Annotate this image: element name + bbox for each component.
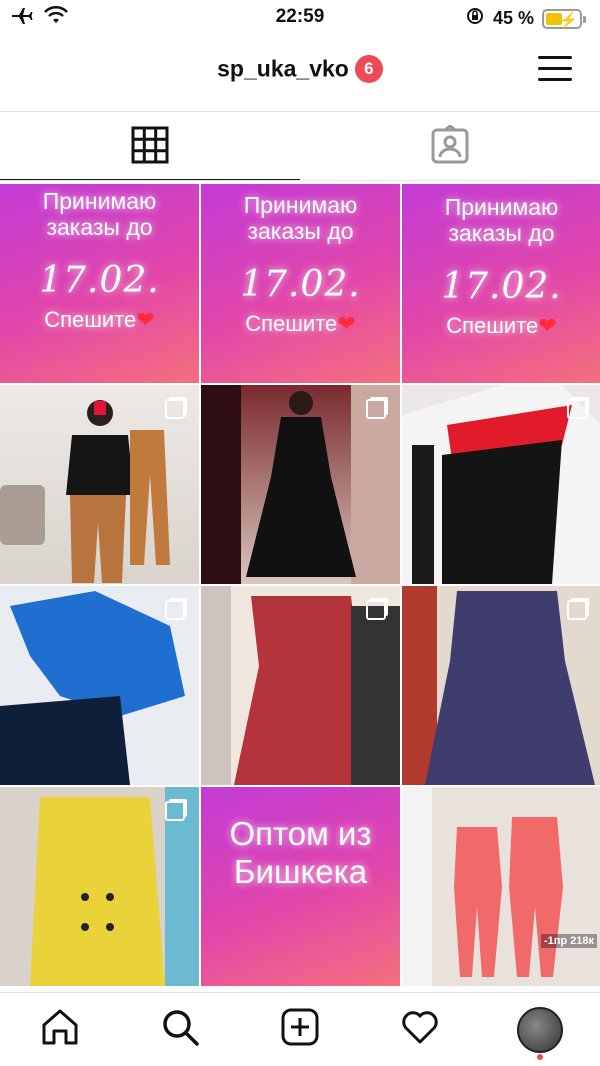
promo-line2: заказы до: [448, 220, 555, 246]
heart-emoji: ❤: [337, 311, 356, 336]
battery-percent: 45 %: [492, 8, 534, 28]
heart-emoji: ❤: [136, 307, 155, 332]
multiple-photos-icon: [366, 399, 386, 419]
post-promo-3[interactable]: Принимаю заказы до 17.02. Спешите❤: [402, 184, 600, 383]
menu-icon[interactable]: [538, 54, 572, 84]
nav-new-post[interactable]: [240, 993, 360, 1066]
promo-line1: Принимаю: [42, 188, 157, 214]
nav-home[interactable]: [0, 993, 120, 1066]
post-photo-tracksuit[interactable]: [402, 385, 600, 584]
wholesale-line2: Бишкека: [233, 853, 368, 890]
home-icon: [40, 1007, 80, 1052]
photo-illustration: [402, 787, 563, 986]
nav-activity[interactable]: [360, 993, 480, 1066]
search-icon: [160, 1007, 200, 1052]
promo-line2: заказы до: [247, 218, 354, 244]
grid-icon: [131, 126, 169, 169]
multiple-photos-icon: [567, 600, 587, 620]
notification-dot: [537, 1054, 543, 1060]
multiple-photos-icon: [567, 399, 587, 419]
post-promo-2[interactable]: Принимаю заказы до 17.02. Спешите❤: [201, 184, 400, 383]
profile-tabs: [0, 113, 600, 181]
username: sp_uka_vko: [217, 55, 349, 82]
post-photo-red-pattern-dress[interactable]: [201, 586, 400, 785]
post-photo-navy-pattern-dress[interactable]: [402, 586, 600, 785]
promo-date: 17.02.: [240, 264, 361, 305]
post-promo-1[interactable]: Принимаю заказы до 17.02. Спешите❤: [0, 184, 199, 383]
tagged-icon: [430, 123, 470, 170]
post-wholesale-bishkek[interactable]: Оптом из Бишкека: [201, 787, 400, 986]
posts-grid: Принимаю заказы до 17.02. Спешите❤ Приним…: [0, 184, 600, 986]
bottom-nav: [0, 992, 600, 1066]
status-bar: 22:59 45 % ⚡: [0, 0, 600, 34]
profile-header: sp_uka_vko 6: [0, 34, 600, 112]
activity-heart-icon: [400, 1007, 440, 1052]
promo-date: 17.02.: [39, 260, 160, 301]
new-post-icon: [280, 1007, 320, 1052]
battery-icon: ⚡: [542, 8, 586, 29]
multiple-photos-icon: [165, 801, 185, 821]
promo-line2: заказы до: [46, 214, 153, 240]
notification-badge: 6: [354, 54, 383, 83]
post-photo-black-top-camel-pants[interactable]: [0, 385, 199, 584]
promo-line3: Спешите: [245, 311, 338, 336]
orientation-lock-icon: [465, 6, 485, 31]
wholesale-line1: Оптом из: [229, 815, 372, 852]
post-photo-blue-blazer[interactable]: [0, 586, 199, 785]
profile-avatar: [517, 1006, 563, 1053]
promo-date: 17.02.: [441, 266, 562, 307]
heart-emoji: ❤: [538, 313, 557, 338]
multiple-photos-icon: [165, 600, 185, 620]
price-caption: -1пр 218к: [540, 934, 597, 948]
promo-line3: Спешите: [446, 313, 539, 338]
status-right: 45 % ⚡: [465, 6, 586, 31]
nav-profile[interactable]: [480, 993, 600, 1066]
tab-tagged[interactable]: [300, 113, 600, 181]
multiple-photos-icon: [366, 600, 386, 620]
tab-grid[interactable]: [0, 113, 300, 181]
promo-line1: Принимаю: [243, 192, 358, 218]
username-title[interactable]: sp_uka_vko 6: [0, 54, 600, 83]
post-photo-yellow-blazer[interactable]: [0, 787, 199, 986]
post-photo-coral-tracksuits[interactable]: -1пр 218к: [402, 787, 600, 986]
promo-line1: Принимаю: [444, 194, 559, 220]
post-photo-black-lace-dress[interactable]: [201, 385, 400, 584]
promo-line3: Спешите: [44, 307, 137, 332]
nav-search[interactable]: [120, 993, 240, 1066]
multiple-photos-icon: [165, 399, 185, 419]
